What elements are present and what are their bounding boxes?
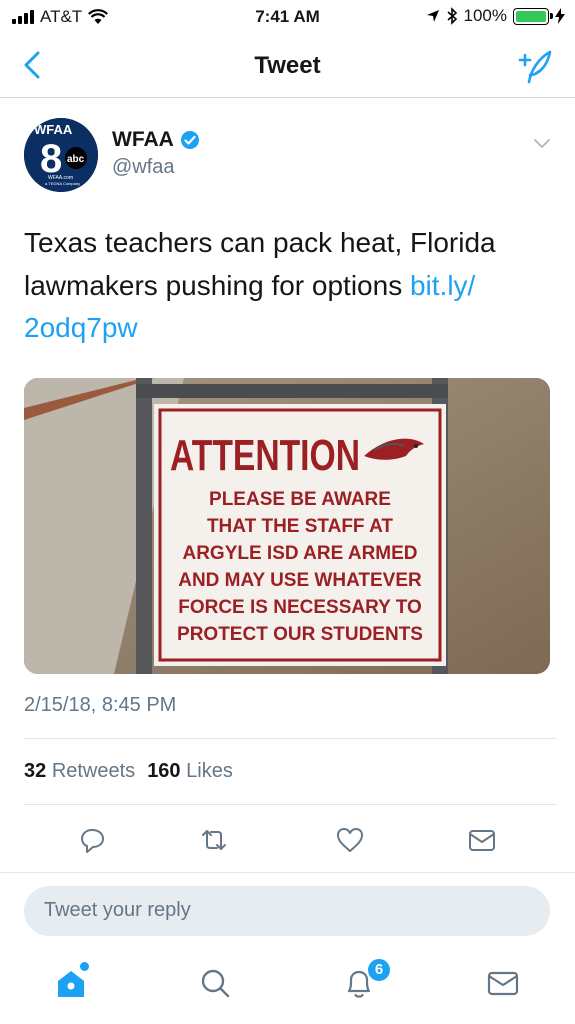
sign-photo: ATTENTION PLEASE BE AWARE THAT THE STAFF… — [24, 378, 550, 674]
tweet-timestamp: 2/15/18, 8:45 PM — [24, 694, 177, 716]
new-content-dot — [80, 962, 89, 971]
logo-network: abc — [67, 154, 85, 165]
status-right: 100% — [426, 6, 565, 26]
tweet-media-image[interactable]: ATTENTION PLEASE BE AWARE THAT THE STAFF… — [24, 378, 550, 674]
author-name[interactable]: WFAA — [112, 128, 174, 152]
charging-bolt-icon — [555, 8, 565, 24]
author-name-row[interactable]: WFAA — [112, 128, 200, 152]
divider — [24, 804, 557, 805]
reply-icon[interactable] — [76, 824, 108, 856]
retweets-count: 32 — [24, 760, 47, 782]
likes-label: Likes — [186, 760, 233, 782]
page-title: Tweet — [254, 52, 321, 79]
sign-line: FORCE IS NECESSARY TO — [178, 597, 422, 618]
logo-company: a TEGNA Company — [45, 181, 80, 186]
status-bar: AT&T 7:41 AM 100% — [0, 0, 575, 34]
reply-divider — [0, 872, 575, 873]
search-icon[interactable] — [196, 964, 234, 1002]
divider — [24, 738, 557, 739]
tab-bar — [0, 950, 575, 1024]
likes-stat[interactable]: 160 Likes — [147, 760, 233, 783]
sign-line: ARGYLE ISD ARE ARMED — [182, 543, 417, 564]
direct-message-icon[interactable] — [466, 824, 498, 856]
chevron-down-icon[interactable] — [531, 132, 553, 154]
bluetooth-icon — [446, 7, 457, 25]
battery-percent: 100% — [463, 6, 507, 25]
wfaa-logo: WFAA 8 abc WFAA.com a TEGNA Company — [24, 118, 98, 192]
retweets-label: Retweets — [51, 760, 136, 782]
battery-icon — [513, 7, 553, 25]
messages-icon[interactable] — [484, 964, 522, 1002]
nav-bar: Tweet — [0, 34, 575, 98]
reply-input[interactable]: Tweet your reply — [24, 886, 550, 936]
sign-line: PLEASE BE AWARE — [209, 489, 391, 510]
sign-line: THAT THE STAFF AT — [207, 516, 393, 537]
tweet-stats: 32 Retweets 160 Likes — [24, 760, 233, 783]
location-arrow-icon — [426, 10, 439, 22]
sign-line: AND MAY USE WHATEVER — [178, 570, 422, 591]
retweet-icon[interactable] — [198, 824, 230, 856]
logo-text: WFAA — [34, 122, 73, 137]
sign-heading: ATTENTION — [170, 431, 360, 480]
tweet-text: Texas teachers can pack heat, Florida la… — [24, 222, 544, 350]
tweet-actions — [0, 820, 575, 860]
notification-badge: 6 — [366, 957, 392, 983]
sign-line: PROTECT OUR STUDENTS — [177, 624, 423, 645]
like-icon[interactable] — [334, 824, 366, 856]
verified-badge-icon — [180, 131, 199, 149]
compose-tweet-icon[interactable] — [517, 48, 553, 84]
avatar[interactable]: WFAA 8 abc WFAA.com a TEGNA Company — [24, 118, 98, 192]
author-handle[interactable]: @wfaa — [112, 156, 175, 179]
retweets-stat[interactable]: 32 Retweets — [24, 760, 135, 783]
likes-count: 160 — [147, 760, 181, 782]
